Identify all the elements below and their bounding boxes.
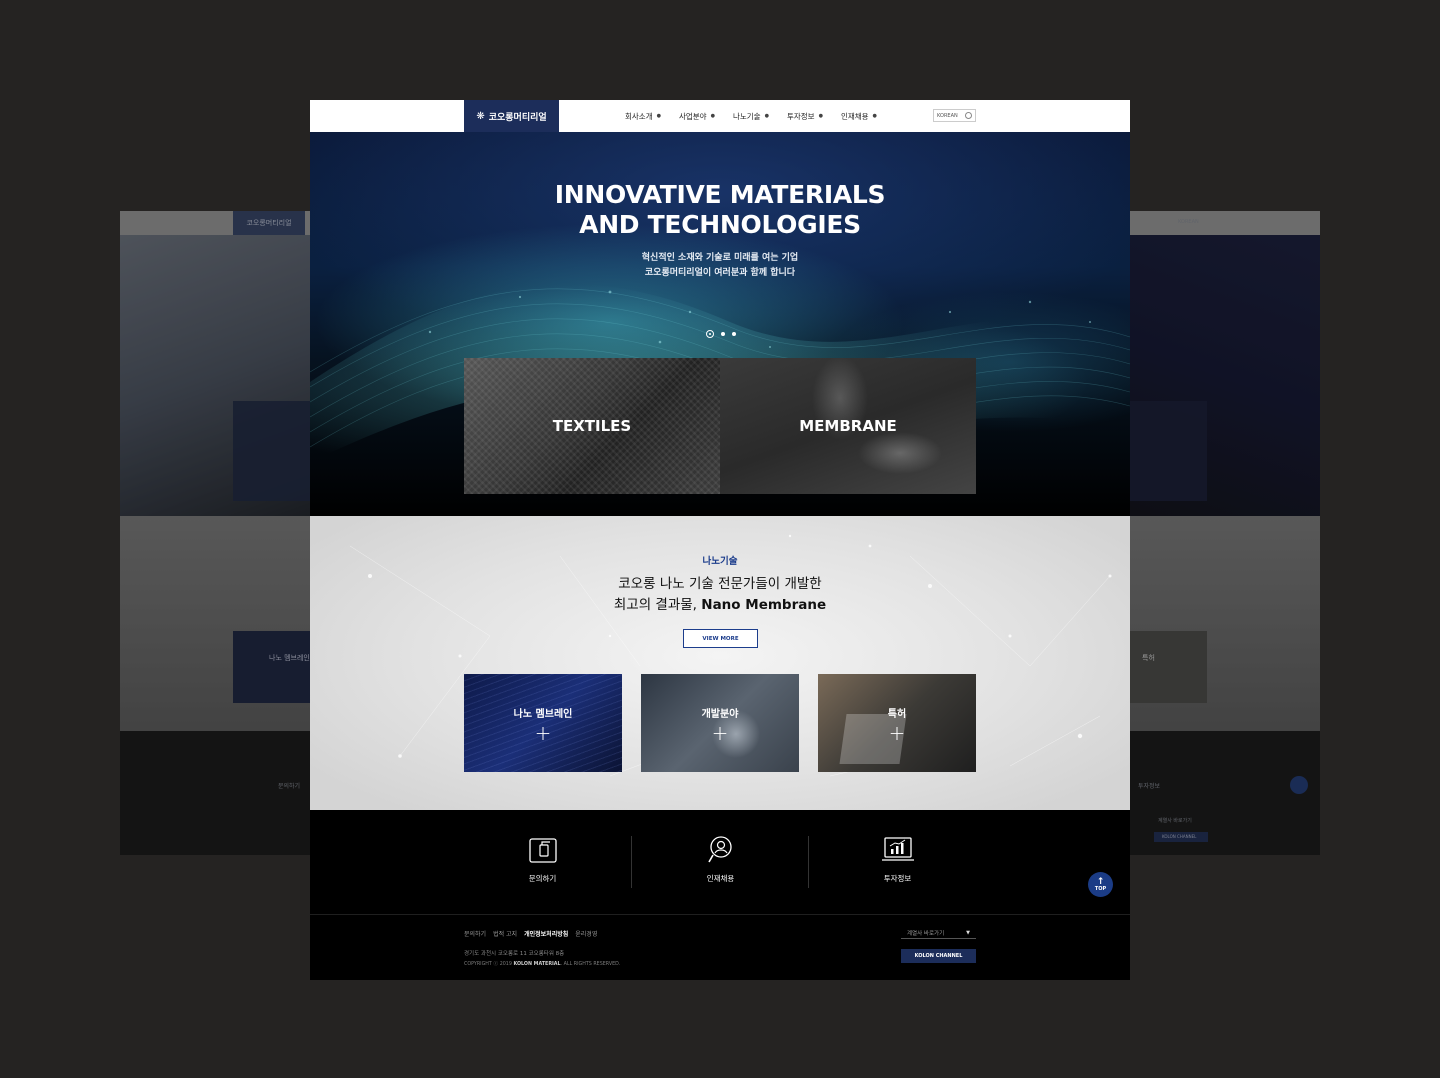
caret-down-icon: ● xyxy=(710,113,715,119)
card-label: 특허 xyxy=(887,708,907,720)
hero-section: INNOVATIVE MATERIALS AND TECHNOLOGIES 혁신… xyxy=(310,132,1130,516)
plus-icon: + xyxy=(534,720,552,745)
background-page-left: 코오롱머티리얼 나노 멤브레인 문의하기 xyxy=(120,211,310,855)
background-page-right: KOREAN 특허 투자정보 계열사 바로가기 KOLON CHANNEL xyxy=(1130,211,1320,855)
quicklink-recruit[interactable]: 인재채용 xyxy=(632,835,809,890)
tile-textiles[interactable]: TEXTILES xyxy=(464,358,720,494)
card-patent[interactable]: 특허 + xyxy=(818,674,976,772)
menu-item-label: 회사소개 xyxy=(625,111,653,121)
kolon-channel-button[interactable]: KOLON CHANNEL xyxy=(901,949,976,963)
section-title-prefix: 최고의 결과물, xyxy=(613,597,702,613)
slider-dot-2[interactable] xyxy=(721,332,725,336)
inquiry-icon xyxy=(528,838,557,863)
footer-copyright: COPYRIGHT ⓒ 2019 KOLON MATERIAL. ALL RIG… xyxy=(464,960,620,967)
quicklink-label: 투자정보 xyxy=(883,874,912,883)
logo-text: 코오롱머티리얼 xyxy=(488,112,547,123)
family-site-select[interactable]: 계열사 바로가기 ▼ xyxy=(901,927,976,939)
investment-icon xyxy=(881,837,914,861)
hero-subtitle-line1: 혁신적인 소재와 기술로 미래를 여는 기업 xyxy=(641,253,799,263)
section-title-line2: 최고의 결과물, Nano Membrane xyxy=(310,595,1130,616)
hero-title-line1: INNOVATIVE MATERIALS xyxy=(554,180,886,209)
copyright-suffix: . ALL RIGHTS RESERVED. xyxy=(560,962,621,967)
main-menu: 회사소개 ● 사업분야 ● 나노기술 ● 투자정보 ● 인재채용 ● xyxy=(625,100,877,132)
kolon-logo-icon: ❋ xyxy=(476,110,485,122)
business-tiles: TEXTILES MEMBRANE xyxy=(464,358,976,494)
footer-link-inquiry[interactable]: 문의하기 xyxy=(464,929,486,938)
nano-tech-section: 나노기술 코오롱 나노 기술 전문가들이 개발한 최고의 결과물, Nano M… xyxy=(310,516,1130,810)
bg-dim-overlay xyxy=(1130,211,1320,855)
tile-membrane[interactable]: MEMBRANE xyxy=(720,358,976,494)
main-page: ❋ 코오롱머티리얼 회사소개 ● 사업분야 ● 나노기술 ● 투자정보 ● 인재채용 ● … xyxy=(310,100,1130,980)
footer-link-ethics[interactable]: 윤리경영 xyxy=(575,929,597,938)
nano-cards: 나노 멤브레인 + 개발분야 + 특허 + xyxy=(464,674,976,772)
globe-icon xyxy=(965,112,972,119)
footer-address: 경기도 과천시 코오롱로 11 코오롱타워 8층 xyxy=(464,951,565,957)
quicklink-label: 인재채용 xyxy=(706,874,735,883)
menu-item-business[interactable]: 사업분야 ● xyxy=(679,111,715,122)
menu-item-investment[interactable]: 투자정보 ● xyxy=(787,111,823,122)
caret-down-icon: ● xyxy=(764,113,769,119)
bg-dim-overlay xyxy=(120,211,310,855)
slider-pagination xyxy=(706,330,736,338)
menu-item-nanotech[interactable]: 나노기술 ● xyxy=(733,111,769,122)
footer-link-legal[interactable]: 법적 고지 xyxy=(493,929,517,938)
menu-item-label: 나노기술 xyxy=(732,111,761,121)
plus-icon: + xyxy=(711,720,729,745)
logo[interactable]: ❋ 코오롱머티리얼 xyxy=(464,100,559,132)
quicklink-investment[interactable]: 투자정보 xyxy=(809,835,986,890)
language-selector[interactable]: KOREAN xyxy=(933,109,976,122)
quicklink-inquiry[interactable]: 문의하기 xyxy=(454,835,631,890)
section-title-line1: 코오롱 나노 기술 전문가들이 개발한 xyxy=(618,576,822,592)
hero-title: INNOVATIVE MATERIALS AND TECHNOLOGIES xyxy=(310,180,1130,240)
menu-item-recruit[interactable]: 인재채용 ● xyxy=(841,111,877,122)
footer-link-privacy[interactable]: 개인정보처리방침 xyxy=(524,929,568,938)
recruit-icon xyxy=(707,836,732,863)
section-eyebrow: 나노기술 xyxy=(702,556,738,567)
hero-subtitle-line2: 코오롱머티리얼이 여러분과 함께 합니다 xyxy=(644,268,796,278)
section-title: 코오롱 나노 기술 전문가들이 개발한 최고의 결과물, Nano Membra… xyxy=(310,574,1130,616)
menu-item-label: 투자정보 xyxy=(786,111,815,121)
copyright-prefix: COPYRIGHT ⓒ 2019 xyxy=(464,962,514,967)
top-label: TOP xyxy=(1094,885,1107,892)
language-label: KOREAN xyxy=(937,112,958,119)
hero-subtitle: 혁신적인 소재와 기술로 미래를 여는 기업 코오롱머티리얼이 여러분과 함께 … xyxy=(310,251,1130,281)
caret-down-icon: ● xyxy=(872,113,877,119)
card-label: 나노 멤브레인 xyxy=(513,708,573,720)
family-site-label: 계열사 바로가기 xyxy=(907,930,945,937)
presentation-stage: 코오롱머티리얼 나노 멤브레인 문의하기 KOREAN 특허 투자정보 계열사 … xyxy=(0,0,1440,1078)
caret-down-icon: ● xyxy=(818,113,823,119)
menu-item-company[interactable]: 회사소개 ● xyxy=(625,111,661,122)
card-development[interactable]: 개발분야 + xyxy=(641,674,799,772)
tile-label: TEXTILES xyxy=(552,417,632,435)
tile-label: MEMBRANE xyxy=(799,417,897,435)
view-more-button[interactable]: VIEW MORE xyxy=(683,629,758,648)
copyright-brand: KOLON MATERIAL xyxy=(513,962,561,967)
footer: 문의하기 법적 고지 개인정보처리방침 윤리경영 경기도 과천시 코오롱로 11… xyxy=(310,914,1130,980)
quick-links: 문의하기 인재채용 투자정보 ↑ TOP xyxy=(310,810,1130,914)
menu-item-label: 인재채용 xyxy=(840,111,869,121)
hero-title-line2: AND TECHNOLOGIES xyxy=(579,210,861,239)
card-nano-membrane[interactable]: 나노 멤브레인 + xyxy=(464,674,622,772)
caret-down-icon: ● xyxy=(656,113,661,119)
menu-item-label: 사업분야 xyxy=(678,111,707,121)
scroll-top-button[interactable]: ↑ TOP xyxy=(1088,872,1113,897)
caret-down-icon: ▼ xyxy=(966,929,970,936)
slider-dot-3[interactable] xyxy=(732,332,736,336)
card-label: 개발분야 xyxy=(701,708,739,720)
quicklink-label: 문의하기 xyxy=(528,874,557,883)
top-navbar: ❋ 코오롱머티리얼 회사소개 ● 사업분야 ● 나노기술 ● 투자정보 ● 인재채용 ● … xyxy=(310,100,1130,132)
section-title-strong: Nano Membrane xyxy=(701,597,827,613)
footer-links: 문의하기 법적 고지 개인정보처리방침 윤리경영 xyxy=(464,929,597,938)
arrow-up-icon: ↑ xyxy=(1096,876,1105,887)
slider-dot-1[interactable] xyxy=(706,330,714,338)
plus-icon: + xyxy=(888,720,906,745)
